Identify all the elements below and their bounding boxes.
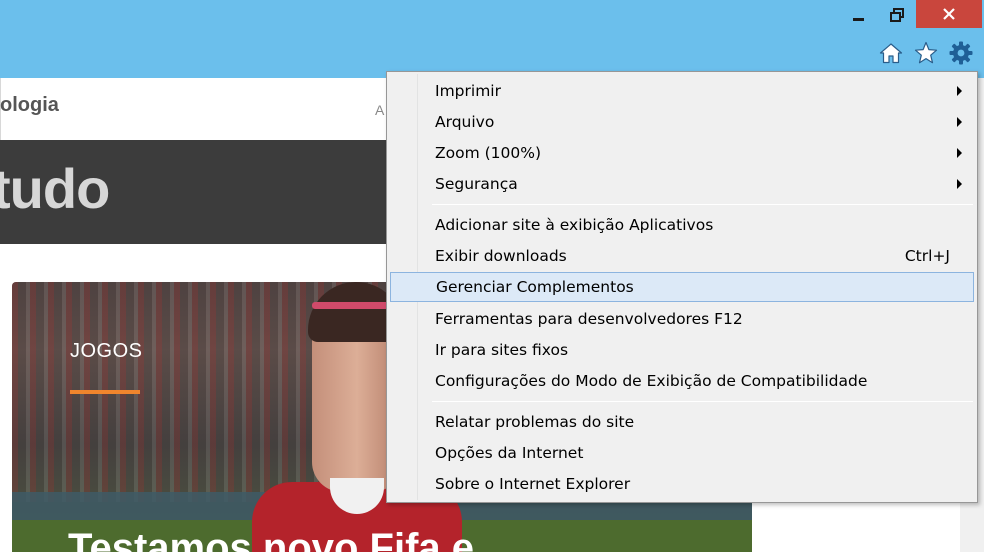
menu-item-sobre-ie[interactable]: Sobre o Internet Explorer xyxy=(390,469,974,499)
menu-item-compatibilidade[interactable]: Configurações do Modo de Exibição de Com… xyxy=(390,366,974,396)
menu-item-shortcut: Ctrl+J xyxy=(904,247,950,265)
menu-item-label: Gerenciar Complementos xyxy=(436,278,634,296)
menu-separator xyxy=(432,204,973,205)
tools-button[interactable] xyxy=(948,40,974,66)
menu-item-exibir-downloads[interactable]: Exibir downloads Ctrl+J xyxy=(390,241,974,271)
menu-item-label: Sobre o Internet Explorer xyxy=(435,475,631,493)
menu-item-label: Imprimir xyxy=(435,82,501,100)
menu-item-arquivo[interactable]: Arquivo xyxy=(390,107,974,137)
menu-item-label: Relatar problemas do site xyxy=(435,413,635,431)
menu-item-label: Zoom (100%) xyxy=(435,144,542,162)
tools-menu: Imprimir Arquivo Zoom (100%) Segurança A… xyxy=(386,71,978,503)
site-logo[interactable]: tudo xyxy=(0,156,110,221)
submenu-arrow-icon xyxy=(957,86,962,96)
favorites-button[interactable] xyxy=(913,40,939,66)
menu-item-relatar-problemas[interactable]: Relatar problemas do site xyxy=(390,407,974,437)
menu-item-label: Segurança xyxy=(435,175,518,193)
menu-item-imprimir[interactable]: Imprimir xyxy=(390,76,974,106)
home-button[interactable] xyxy=(878,40,904,66)
close-button[interactable] xyxy=(916,0,982,28)
submenu-arrow-icon xyxy=(957,117,962,127)
menu-item-ferramentas-f12[interactable]: Ferramentas para desenvolvedores F12 xyxy=(390,304,974,334)
menu-item-opcoes-internet[interactable]: Opções da Internet xyxy=(390,438,974,468)
submenu-arrow-icon xyxy=(957,179,962,189)
menu-item-adicionar-site[interactable]: Adicionar site à exibição Aplicativos xyxy=(390,210,974,240)
submenu-arrow-icon xyxy=(957,148,962,158)
menu-separator xyxy=(432,401,973,402)
gear-icon xyxy=(949,41,973,65)
menu-item-gerenciar-complementos[interactable]: Gerenciar Complementos xyxy=(390,272,974,302)
minimize-icon xyxy=(852,17,864,21)
restore-icon xyxy=(890,8,904,22)
site-section-title[interactable]: ologia xyxy=(0,94,59,117)
restore-button[interactable] xyxy=(880,0,914,30)
minimize-button[interactable] xyxy=(836,0,880,30)
menu-item-sites-fixos[interactable]: Ir para sites fixos xyxy=(390,335,974,365)
home-icon xyxy=(879,43,903,64)
menu-item-label: Ferramentas para desenvolvedores F12 xyxy=(435,310,743,328)
hero-headline[interactable]: Testamos novo Fifa e xyxy=(68,526,474,552)
close-icon xyxy=(943,8,955,20)
menu-item-label: Ir para sites fixos xyxy=(435,341,569,359)
hero-accent-bar xyxy=(70,390,140,394)
menu-item-seguranca[interactable]: Segurança xyxy=(390,169,974,199)
hero-category-label[interactable]: JOGOS xyxy=(70,340,143,363)
menu-item-zoom[interactable]: Zoom (100%) xyxy=(390,138,974,168)
star-icon xyxy=(914,41,938,64)
menu-item-label: Arquivo xyxy=(435,113,495,131)
menu-item-label: Exibir downloads xyxy=(435,247,567,265)
menu-item-label: Adicionar site à exibição Aplicativos xyxy=(435,216,714,234)
menu-item-label: Opções da Internet xyxy=(435,444,584,462)
site-nav-link[interactable]: A xyxy=(375,102,384,118)
menu-item-label: Configurações do Modo de Exibição de Com… xyxy=(435,372,868,390)
